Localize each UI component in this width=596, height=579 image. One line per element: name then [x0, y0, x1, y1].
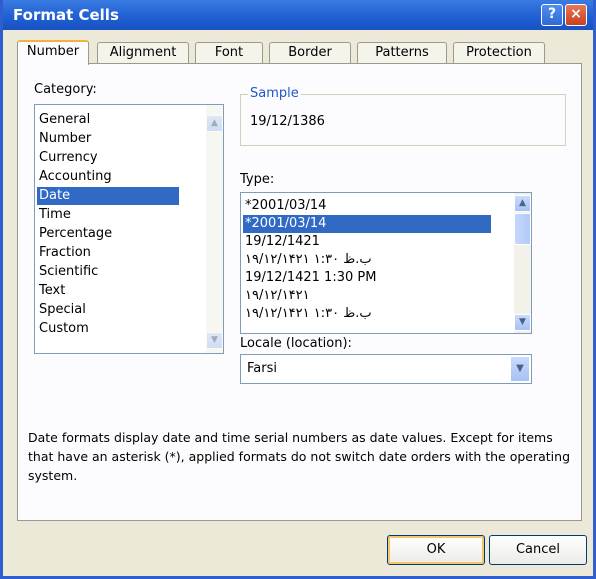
- scroll-up-arrow-icon[interactable]: ▲: [514, 195, 531, 212]
- category-label: Category:: [34, 82, 97, 97]
- category-scrollbar[interactable]: ▲ ▼: [206, 105, 223, 353]
- format-cells-dialog: Format Cells ? × Number Alignment Font B…: [0, 0, 596, 579]
- tab-font[interactable]: Font: [195, 42, 263, 64]
- list-item-selected[interactable]: *2001/03/14: [243, 215, 491, 233]
- format-description: Date formats display date and time seria…: [28, 430, 571, 483]
- sample-label: Sample: [248, 86, 301, 101]
- locale-label: Locale (location):: [240, 336, 352, 351]
- list-item[interactable]: 19/12/1421: [243, 233, 491, 251]
- category-listbox[interactable]: General Number Currency Accounting Date …: [34, 104, 224, 354]
- list-item[interactable]: General: [37, 111, 184, 129]
- cancel-button[interactable]: Cancel: [489, 535, 587, 565]
- tab-alignment[interactable]: Alignment: [97, 42, 189, 64]
- tab-protection[interactable]: Protection: [453, 42, 545, 64]
- list-item[interactable]: *2001/03/14: [243, 197, 491, 215]
- list-item[interactable]: Number: [37, 130, 184, 148]
- close-button[interactable]: ×: [565, 4, 587, 26]
- list-item[interactable]: ۱۹/۱۲/۱۴۲۱ ۱:۳۰ ب.ظ: [243, 305, 491, 323]
- list-item[interactable]: Special: [37, 301, 184, 319]
- list-item[interactable]: Currency: [37, 149, 184, 167]
- list-item[interactable]: Percentage: [37, 225, 184, 243]
- dialog-title: Format Cells: [13, 6, 119, 24]
- list-item[interactable]: Text: [37, 282, 184, 300]
- tab-border[interactable]: Border: [269, 42, 351, 64]
- scroll-down-arrow-icon[interactable]: ▼: [514, 314, 531, 331]
- list-item[interactable]: Fraction: [37, 244, 184, 262]
- scroll-up-arrow-icon[interactable]: ▲: [206, 115, 223, 132]
- type-listbox[interactable]: *2001/03/14 *2001/03/14 19/12/1421 ۱۹/۱۲…: [240, 192, 532, 334]
- ok-button[interactable]: OK: [387, 535, 485, 565]
- type-scrollbar[interactable]: ▲ ▼: [514, 193, 531, 333]
- sample-value: 19/12/1386: [250, 114, 325, 129]
- locale-dropdown[interactable]: Farsi ▼: [240, 354, 532, 384]
- tab-number[interactable]: Number: [17, 40, 89, 65]
- help-button[interactable]: ?: [541, 4, 563, 26]
- scroll-thumb[interactable]: [514, 213, 531, 245]
- chevron-down-icon[interactable]: ▼: [510, 356, 530, 382]
- list-item[interactable]: Accounting: [37, 168, 184, 186]
- type-label: Type:: [240, 172, 275, 187]
- scroll-down-arrow-icon[interactable]: ▼: [206, 332, 223, 349]
- list-item[interactable]: Custom: [37, 320, 184, 338]
- tab-patterns[interactable]: Patterns: [357, 42, 447, 64]
- number-tab-panel: Category: General Number Currency Accoun…: [17, 63, 582, 521]
- list-item[interactable]: Time: [37, 206, 184, 224]
- list-item[interactable]: ۱۹/۱۲/۱۴۲۱: [243, 287, 491, 305]
- list-item-selected[interactable]: Date: [37, 187, 179, 205]
- list-item[interactable]: 19/12/1421 1:30 PM: [243, 269, 491, 287]
- list-item[interactable]: ۱۹/۱۲/۱۴۲۱ ۱:۳۰ ب.ظ: [243, 251, 491, 269]
- locale-value: Farsi: [247, 361, 277, 376]
- list-item[interactable]: Scientific: [37, 263, 184, 281]
- title-bar[interactable]: Format Cells ? ×: [3, 0, 593, 30]
